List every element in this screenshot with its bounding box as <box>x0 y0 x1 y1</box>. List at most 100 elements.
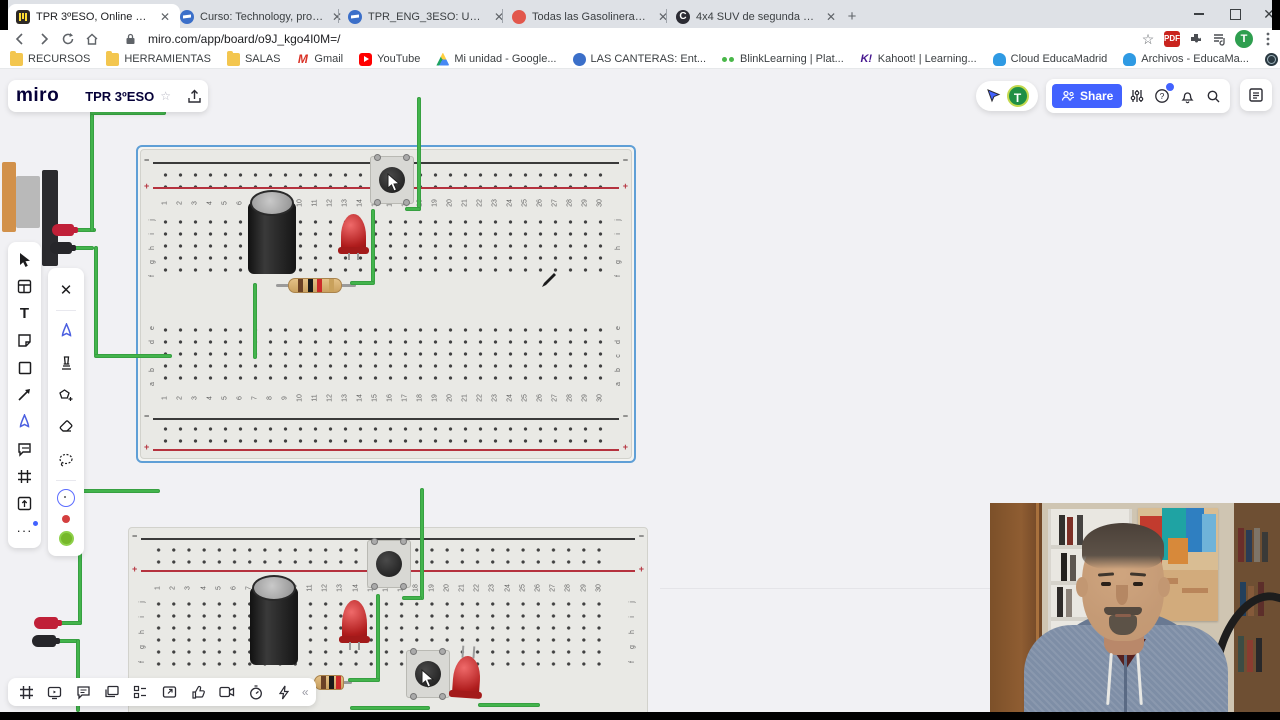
letterbox-bar <box>1272 0 1280 30</box>
forward-button[interactable] <box>32 29 56 49</box>
row-letters: jihgf <box>615 219 622 277</box>
captured-cursor-arrow <box>387 173 401 192</box>
bookmark-archivos[interactable]: Archivos - EducaMa... <box>1123 52 1249 66</box>
address-bar-url[interactable]: miro.com/app/board/o9J_kgo4I0M=/ <box>148 32 340 46</box>
bookmark-recursos[interactable]: RECURSOS <box>10 50 90 66</box>
frame-tool[interactable] <box>14 465 36 487</box>
bookmark-kahoot[interactable]: K! Kahoot! | Learning... <box>859 52 977 66</box>
tab-course[interactable]: Curso: Technology, programmin ✕ <box>172 4 352 30</box>
user-avatar[interactable]: T <box>1006 85 1029 107</box>
upload-tool[interactable] <box>14 492 36 514</box>
sticky-note-tool[interactable] <box>14 330 36 352</box>
comments-panel-icon[interactable] <box>73 681 95 703</box>
header-actions-card: Share ? <box>1046 79 1230 113</box>
bookmark-blinklearning[interactable]: BlinkLearning | Plat... <box>722 52 844 66</box>
activity-lightning-icon[interactable] <box>273 681 295 703</box>
https-lock-icon[interactable] <box>118 29 142 49</box>
select-tool[interactable] <box>14 249 36 271</box>
bookmark-cloud-educamadrid[interactable]: Cloud EducaMadrid <box>992 52 1107 66</box>
screen-share-icon[interactable] <box>159 681 181 703</box>
help-icon[interactable]: ? <box>1152 82 1176 108</box>
tab-coches[interactable]: C 4x4 SUV de segunda mano y oc ✕ <box>668 4 846 30</box>
close-panel-icon[interactable]: ✕ <box>54 278 78 302</box>
highlighter-option[interactable] <box>54 351 78 375</box>
tab-course-2[interactable]: TPR_ENG_3ESO: UD3_P9_Using c ✕ <box>340 4 514 30</box>
presentation-icon[interactable] <box>44 681 66 703</box>
cards-icon[interactable] <box>101 681 123 703</box>
reload-button[interactable] <box>56 29 80 49</box>
bookmark-gmail[interactable]: M Gmail <box>296 52 343 66</box>
extensions-puzzle-icon[interactable] <box>1184 29 1208 49</box>
collaboration-toolbar: « <box>8 678 316 706</box>
notifications-bell-icon[interactable] <box>1177 84 1198 108</box>
notification-badge <box>1165 82 1176 92</box>
tab-divider <box>666 9 667 23</box>
back-button[interactable] <box>8 29 32 49</box>
favorite-star-icon[interactable]: ☆ <box>160 89 171 103</box>
playlist-extension-icon[interactable] <box>1208 29 1232 49</box>
color-green-swatch[interactable] <box>58 530 74 546</box>
browser-profile-avatar[interactable]: T <box>1232 29 1256 49</box>
gas-favicon <box>512 10 526 24</box>
window-maximize-button[interactable] <box>1218 0 1252 28</box>
pen-tool-active[interactable] <box>14 411 36 433</box>
bookmark-herramientas[interactable]: HERRAMIENTAS <box>106 50 211 66</box>
tab-close-icon[interactable]: ✕ <box>824 11 838 23</box>
org-view-icon[interactable] <box>130 681 152 703</box>
bookmark-youtube[interactable]: YouTube <box>359 52 420 66</box>
tab-miro-board[interactable]: TPR 3ºESO, Online Whiteboard f ✕ <box>8 4 180 30</box>
bookmark-drive[interactable]: Mi unidad - Google... <box>436 52 557 66</box>
bookmark-star-icon[interactable]: ☆ <box>1136 29 1160 49</box>
search-icon[interactable] <box>1203 84 1224 108</box>
templates-tool[interactable] <box>14 276 36 298</box>
lasso-option[interactable] <box>54 448 78 472</box>
eraser-option[interactable] <box>54 415 78 439</box>
pushbutton-component <box>367 538 411 590</box>
resistor-component <box>314 675 344 690</box>
drive-icon <box>436 52 450 66</box>
collapse-toolbar-chevron[interactable]: « <box>302 685 309 699</box>
new-tab-button[interactable]: + <box>840 5 864 29</box>
rail-symbol: − <box>638 531 644 541</box>
connection-line-tool[interactable] <box>14 384 36 406</box>
stroke-width-selector[interactable] <box>57 488 75 507</box>
bookmark-las-canteras[interactable]: LAS CANTERAS: Ent... <box>572 52 706 66</box>
export-board-icon[interactable] <box>187 84 202 108</box>
shapes-tool[interactable] <box>14 357 36 379</box>
video-chat-icon[interactable] <box>216 681 238 703</box>
timer-icon[interactable] <box>245 681 267 703</box>
tab-gasolineras[interactable]: Todas las Gasolineras AutoGas G ✕ <box>504 4 678 30</box>
tab-close-icon[interactable]: ✕ <box>158 11 172 23</box>
bookmark-salas[interactable]: SALAS <box>226 50 280 66</box>
bookmark-raices[interactable]: Raíces <box>1264 52 1280 66</box>
board-settings-sliders-icon[interactable] <box>1126 84 1147 108</box>
pdf-extension-icon[interactable]: PDF <box>1160 29 1184 49</box>
rail-symbol: − <box>622 411 628 421</box>
row-letters: jihgf <box>139 601 146 663</box>
share-button[interactable]: Share <box>1052 84 1123 108</box>
person-hair <box>1082 523 1164 569</box>
window-minimize-button[interactable] <box>1182 0 1216 28</box>
person-eye <box>1133 582 1143 586</box>
color-red-swatch[interactable] <box>62 514 70 523</box>
capacitor-component <box>248 190 296 274</box>
smart-shapes-option[interactable] <box>54 383 78 407</box>
people-icon <box>1061 90 1075 101</box>
home-button[interactable] <box>80 29 104 49</box>
more-tools[interactable]: ··· <box>14 519 38 541</box>
board-header-card: miro TPR 3ºESO ☆ <box>8 80 208 112</box>
hoodie-zipper <box>1124 655 1127 712</box>
board-title[interactable]: TPR 3ºESO <box>85 89 154 104</box>
frames-panel-icon[interactable] <box>15 681 37 703</box>
miro-logo[interactable]: miro <box>16 85 59 107</box>
tab-divider <box>338 9 339 23</box>
wire-green <box>348 678 380 682</box>
text-tool[interactable]: T <box>14 303 36 325</box>
hole-field <box>158 324 608 388</box>
notes-panel-button[interactable] <box>1240 79 1272 111</box>
comment-tool[interactable] <box>14 438 36 460</box>
browser-menu-icon[interactable] <box>1256 29 1280 49</box>
pen-option-active[interactable] <box>54 319 78 343</box>
reactions-thumbsup-icon[interactable] <box>187 681 209 703</box>
cloud-icon <box>1123 52 1137 66</box>
